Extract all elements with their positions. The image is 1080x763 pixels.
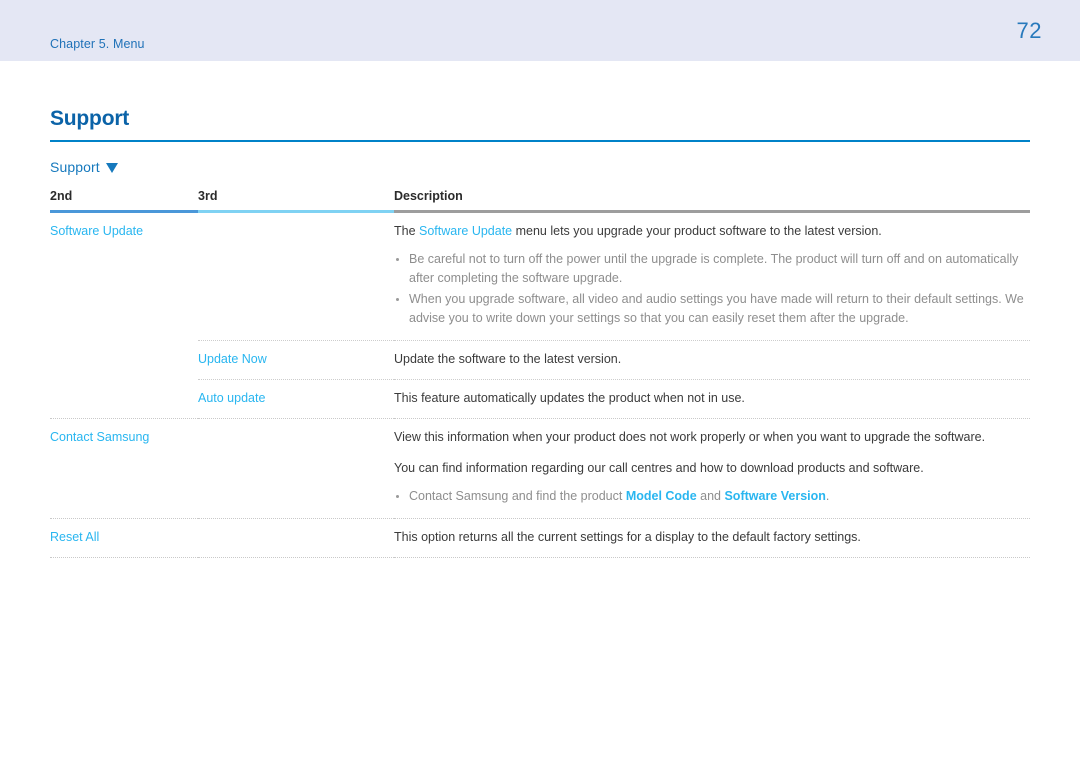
title-divider: [50, 140, 1030, 142]
table-row: Contact Samsung View this information wh…: [50, 418, 1030, 519]
cell-menu-3rd: [198, 212, 394, 341]
cell-menu-3rd: [198, 418, 394, 519]
description-paragraph: You can find information regarding our c…: [394, 461, 924, 475]
subsection-label: Support: [50, 159, 100, 175]
description-paragraph: View this information when your product …: [394, 430, 986, 444]
bullet-text-post: .: [825, 489, 830, 503]
list-item: Be careful not to turn off the power unt…: [394, 250, 1026, 288]
support-menu-table: 2nd 3rd Description Software Update The …: [50, 189, 1030, 558]
inline-menu-link-software-version[interactable]: Software Version: [724, 489, 825, 503]
inline-menu-link-software-update[interactable]: Software Update: [419, 224, 512, 238]
description-paragraph: Update the software to the latest versio…: [394, 352, 622, 366]
cell-menu-3rd: [198, 518, 394, 558]
cell-description: Update the software to the latest versio…: [394, 340, 1030, 380]
cell-menu-3rd[interactable]: Auto update: [198, 379, 394, 419]
cell-menu-2nd: [50, 380, 198, 419]
page-number: 72: [1016, 18, 1042, 43]
subsection-heading: Support: [50, 159, 1030, 175]
table-header-row: 2nd 3rd Description: [50, 189, 1030, 213]
cell-menu-2nd[interactable]: Software Update: [50, 212, 198, 341]
cell-menu-2nd[interactable]: Contact Samsung: [50, 418, 198, 519]
description-paragraph: This option returns all the current sett…: [394, 530, 861, 544]
cell-description: This feature automatically updates the p…: [394, 379, 1030, 419]
cell-menu-2nd[interactable]: Reset All: [50, 518, 198, 558]
page-content: Support Support 2nd 3rd Description Soft…: [0, 61, 1080, 558]
table-row: Auto update This feature automatically u…: [50, 379, 1030, 419]
column-header-2nd: 2nd: [50, 189, 198, 213]
page-title: Support: [50, 107, 130, 130]
cell-description: The Software Update menu lets you upgrad…: [394, 212, 1030, 341]
inline-menu-link-model-code[interactable]: Model Code: [626, 489, 697, 503]
cell-menu-3rd[interactable]: Update Now: [198, 340, 394, 380]
list-item: Contact Samsung and find the product Mod…: [394, 487, 1026, 506]
cell-description: View this information when your product …: [394, 418, 1030, 519]
description-text-post: menu lets you upgrade your product softw…: [512, 224, 882, 238]
cell-menu-2nd: [50, 341, 198, 380]
bullet-text-pre: Contact Samsung and find the product: [409, 489, 626, 503]
column-header-3rd: 3rd: [198, 189, 394, 213]
column-header-description: Description: [394, 189, 1030, 213]
page-running-header: Chapter 5. Menu 72: [0, 0, 1080, 61]
table-row: Reset All This option returns all the cu…: [50, 518, 1030, 558]
description-text-pre: The: [394, 224, 420, 238]
description-paragraph: The Software Update menu lets you upgrad…: [394, 222, 1026, 241]
table-row: Software Update The Software Update menu…: [50, 212, 1030, 341]
bullet-text-mid: and: [696, 489, 725, 503]
table-row: Update Now Update the software to the la…: [50, 340, 1030, 380]
table-body: Software Update The Software Update menu…: [50, 212, 1030, 558]
chapter-label: Chapter 5. Menu: [50, 37, 145, 51]
description-bullet-list: Be careful not to turn off the power unt…: [394, 250, 1026, 328]
cell-description: This option returns all the current sett…: [394, 518, 1030, 558]
table-header: 2nd 3rd Description: [50, 189, 1030, 213]
description-bullet-list: Contact Samsung and find the product Mod…: [394, 487, 1026, 506]
caret-down-icon: [105, 163, 118, 173]
list-item: When you upgrade software, all video and…: [394, 290, 1026, 328]
description-paragraph: This feature automatically updates the p…: [394, 391, 745, 405]
